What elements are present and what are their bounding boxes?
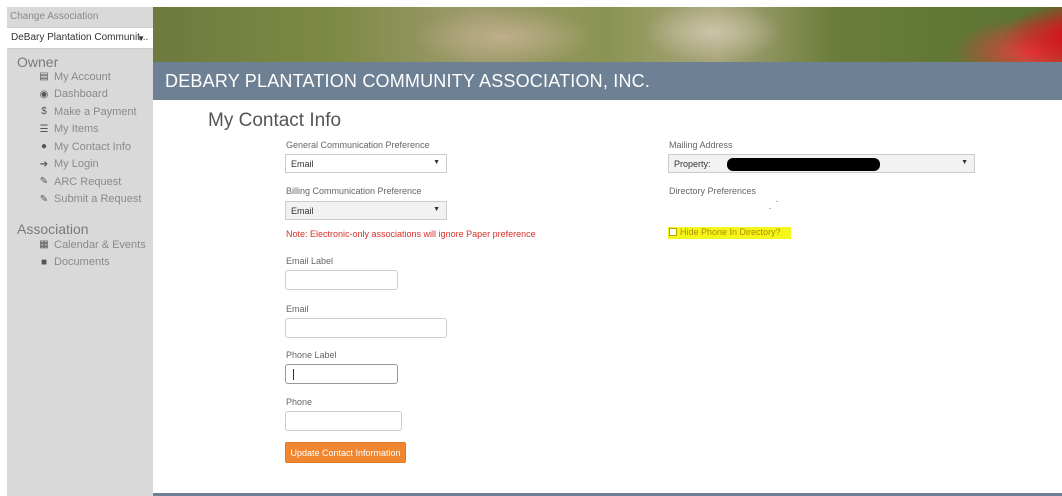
user-icon: ● xyxy=(40,141,48,153)
hide-phone-checkbox[interactable] xyxy=(669,228,677,236)
association-section-title: Association xyxy=(17,221,89,237)
sidebar-item-make-a-payment[interactable]: $ Make a Payment xyxy=(38,103,141,121)
association-select[interactable]: DeBary Plantation Communit... ▼ xyxy=(7,27,153,49)
phone-label: Phone xyxy=(286,397,313,407)
phone-label-input[interactable] xyxy=(285,364,398,384)
general-pref-value: Email xyxy=(291,159,314,169)
mailing-address-label: Mailing Address xyxy=(669,140,733,150)
sidebar-item-my-login[interactable]: ➔ My Login xyxy=(38,156,141,174)
sidebar-item-arc-request[interactable]: ✎ ARC Request xyxy=(38,173,141,191)
general-pref-select[interactable]: Email ▼ xyxy=(285,154,447,173)
sidebar-item-label: ARC Request xyxy=(54,175,122,188)
phone-input[interactable] xyxy=(285,411,402,431)
sidebar-item-label: Dashboard xyxy=(54,88,108,101)
directory-pref-label: Directory Preferences xyxy=(669,186,757,196)
sidebar-item-label: My Items xyxy=(54,123,99,136)
header-banner-image xyxy=(153,7,1062,62)
association-select-value: DeBary Plantation Communit... xyxy=(11,32,149,43)
wrench-icon: ✎ xyxy=(39,176,49,188)
owner-nav: ▤ My Account ◉ Dashboard $ Make a Payment ☰… xyxy=(38,68,141,208)
dollar-icon: $ xyxy=(41,106,47,118)
sidebar-item-label: Submit a Request xyxy=(54,193,142,206)
change-association-label: Change Association xyxy=(10,11,99,22)
update-contact-button[interactable]: Update Contact Information xyxy=(285,442,406,463)
chevron-down-icon: ▼ xyxy=(961,159,968,166)
header-title-bar: DEBARY PLANTATION COMMUNITY ASSOCIATION,… xyxy=(153,62,1062,100)
login-icon: ➔ xyxy=(39,158,49,170)
account-icon: ▤ xyxy=(39,71,49,83)
sidebar-item-my-account[interactable]: ▤ My Account xyxy=(38,68,141,86)
sidebar-item-label: My Account xyxy=(54,70,111,83)
sidebar-item-dashboard[interactable]: ◉ Dashboard xyxy=(38,86,141,104)
paper-preference-note: Note: Electronic-only associations will … xyxy=(286,229,536,239)
decorative-dot xyxy=(776,201,778,202)
decorative-dot xyxy=(769,208,771,209)
email-label-input[interactable] xyxy=(285,270,398,290)
email-label-label: Email Label xyxy=(286,256,334,266)
list-icon: ☰ xyxy=(39,123,49,135)
chevron-down-icon: ▼ xyxy=(433,159,440,166)
billing-pref-select[interactable]: Email ▼ xyxy=(285,201,447,220)
phone-label-label: Phone Label xyxy=(286,350,337,360)
sidebar-item-label: Make a Payment xyxy=(54,105,137,118)
sidebar-item-label: Calendar & Events xyxy=(54,238,146,251)
dashboard-icon: ◉ xyxy=(39,88,49,100)
calendar-icon: ▦ xyxy=(39,239,49,251)
sidebar-item-label: Documents xyxy=(54,256,110,269)
billing-pref-value: Email xyxy=(291,206,314,216)
text-cursor xyxy=(293,369,294,380)
association-nav: ▦ Calendar & Events ■ Documents xyxy=(38,236,146,272)
sidebar-item-my-contact-info[interactable]: ● My Contact Info xyxy=(38,138,141,156)
sidebar-item-calendar-events[interactable]: ▦ Calendar & Events xyxy=(38,236,146,254)
sidebar-item-my-items[interactable]: ☰ My Items xyxy=(38,121,141,139)
chevron-down-icon: ▼ xyxy=(137,34,145,43)
sidebar-item-documents[interactable]: ■ Documents xyxy=(38,254,146,272)
general-pref-label: General Communication Preference xyxy=(286,140,430,150)
sidebar-item-label: My Contact Info xyxy=(54,140,132,153)
association-title: DEBARY PLANTATION COMMUNITY ASSOCIATION,… xyxy=(165,71,651,91)
redacted-address-block xyxy=(727,158,880,171)
sidebar-item-label: My Login xyxy=(54,158,99,171)
wrench-icon: ✎ xyxy=(39,193,49,205)
hide-phone-label[interactable]: Hide Phone In Directory? xyxy=(680,227,781,237)
mailing-address-value: Property: xyxy=(674,159,711,169)
billing-pref-label: Billing Communication Preference xyxy=(286,186,422,196)
chevron-down-icon: ▼ xyxy=(433,206,440,213)
sidebar: Change Association DeBary Plantation Com… xyxy=(7,7,153,496)
email-input[interactable] xyxy=(285,318,447,338)
page-title: My Contact Info xyxy=(208,110,342,131)
folder-icon: ■ xyxy=(40,256,48,268)
email-label: Email xyxy=(286,304,309,314)
sidebar-item-submit-a-request[interactable]: ✎ Submit a Request xyxy=(38,191,142,209)
